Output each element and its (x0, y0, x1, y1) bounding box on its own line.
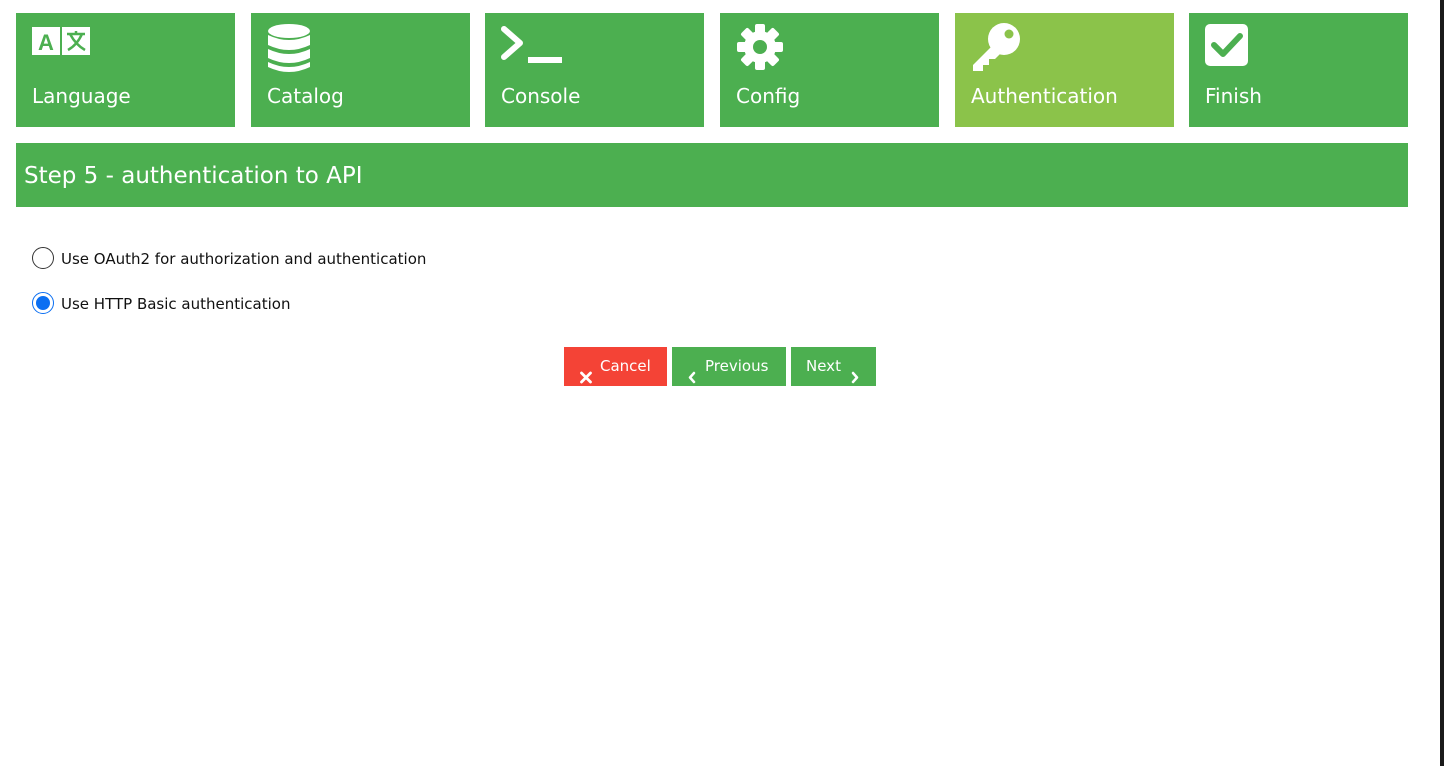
step-config-label: Config (736, 84, 801, 108)
close-icon (580, 360, 592, 384)
oauth2-option[interactable]: Use OAuth2 for authorization and authent… (32, 247, 462, 273)
setup-wizard-page: A Language Catalog Console Config Authen… (0, 0, 1444, 766)
next-button-label: Next (806, 357, 841, 375)
database-icon (267, 23, 313, 72)
cancel-button-label: Cancel (600, 357, 651, 375)
step-language-label: Language (32, 84, 131, 108)
previous-button[interactable]: Previous (672, 347, 786, 386)
cancel-button[interactable]: Cancel (564, 347, 667, 386)
step-console[interactable]: Console (485, 13, 704, 127)
wizard-steps: A Language Catalog Console Config Authen… (16, 13, 1408, 127)
next-button[interactable]: Next (791, 347, 876, 386)
chevron-right-icon (849, 360, 861, 384)
svg-text:A: A (38, 30, 54, 55)
key-icon (971, 23, 1020, 71)
window-edge (1440, 0, 1444, 766)
http-basic-radio[interactable] (32, 292, 54, 314)
step-authentication[interactable]: Authentication (955, 13, 1174, 127)
step-finish-label: Finish (1205, 84, 1262, 108)
step-finish[interactable]: Finish (1189, 13, 1408, 127)
gear-icon (736, 23, 783, 70)
step-authentication-label: Authentication (971, 84, 1118, 108)
check-square-icon (1205, 23, 1251, 69)
step-console-label: Console (501, 84, 581, 108)
previous-button-label: Previous (705, 357, 769, 375)
step-header: Step 5 - authentication to API (16, 143, 1408, 207)
step-catalog-label: Catalog (267, 84, 344, 108)
language-icon: A (32, 23, 90, 69)
chevron-left-icon (686, 360, 698, 384)
terminal-icon (501, 23, 562, 69)
http-basic-option-label: Use HTTP Basic authentication (61, 295, 291, 313)
oauth2-option-label: Use OAuth2 for authorization and authent… (61, 250, 427, 268)
step-catalog[interactable]: Catalog (251, 13, 470, 127)
oauth2-radio[interactable] (32, 247, 54, 269)
step-config[interactable]: Config (720, 13, 939, 127)
page-title: Step 5 - authentication to API (24, 163, 363, 189)
step-language[interactable]: A Language (16, 13, 235, 127)
http-basic-option[interactable]: Use HTTP Basic authentication (32, 292, 462, 318)
